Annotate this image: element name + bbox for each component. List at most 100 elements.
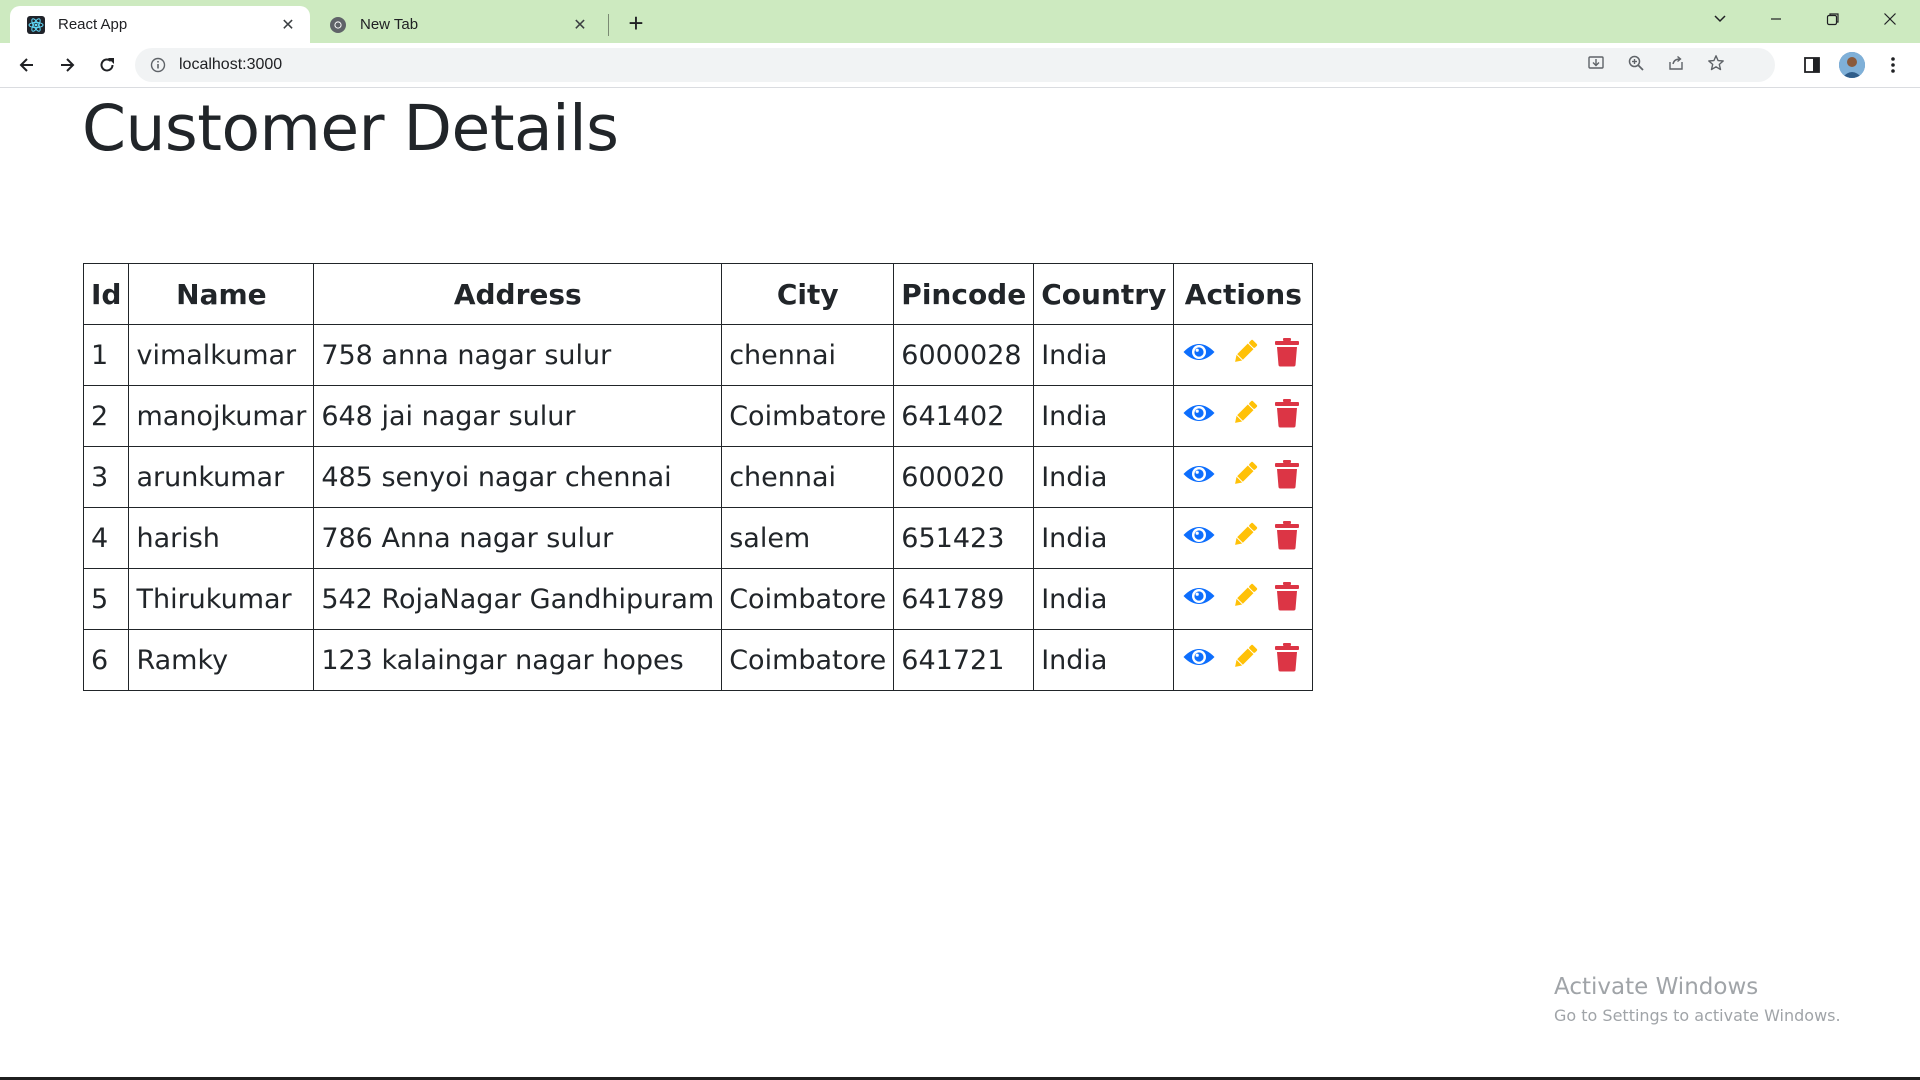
cell-pincode: 641789 [893,568,1035,630]
share-icon[interactable] [1667,54,1685,77]
reload-button[interactable] [91,49,123,81]
cell-name: arunkumar [128,446,315,508]
cell-pincode: 600020 [893,446,1035,508]
table-header-row: Id Name Address City Pincode Country Act… [82,263,1314,325]
trash-icon[interactable] [1274,398,1300,428]
cell-name: Thirukumar [128,568,315,630]
cell-actions [1173,507,1314,569]
column-header-pincode: Pincode [893,263,1035,325]
cell-id: 2 [82,385,130,447]
cell-city: Coimbatore [721,385,895,447]
pencil-icon[interactable] [1230,642,1260,672]
eye-icon[interactable] [1182,522,1216,548]
cell-actions [1173,629,1314,691]
profile-avatar[interactable] [1836,49,1868,81]
pencil-icon[interactable] [1230,337,1260,367]
menu-kebab-icon[interactable] [1877,49,1909,81]
cell-actions [1173,446,1314,508]
cell-city: Coimbatore [721,629,895,691]
cell-actions [1173,568,1314,630]
cell-id: 4 [82,507,130,569]
cell-city: chennai [721,446,895,508]
cell-id: 3 [82,446,130,508]
watermark-subtitle: Go to Settings to activate Windows. [1554,1006,1841,1025]
eye-icon[interactable] [1182,461,1216,487]
row-actions [1182,642,1304,672]
pencil-icon[interactable] [1230,520,1260,550]
row-actions [1182,581,1304,611]
zoom-icon[interactable] [1627,54,1645,77]
trash-icon[interactable] [1274,337,1300,367]
close-window-button[interactable] [1862,0,1918,38]
cell-actions [1173,385,1314,447]
cell-id: 6 [82,629,130,691]
tab-divider [608,14,609,36]
column-header-name: Name [128,263,315,325]
minimize-button[interactable] [1748,0,1804,38]
cell-address: 123 kalaingar nagar hopes [313,629,723,691]
cell-address: 542 RojaNagar Gandhipuram [313,568,723,630]
tab-search-icon[interactable] [1692,0,1748,38]
eye-icon[interactable] [1182,583,1216,609]
cell-address: 758 anna nagar sulur [313,324,723,386]
cell-address: 648 jai nagar sulur [313,385,723,447]
cell-city: salem [721,507,895,569]
chrome-icon [328,15,348,35]
row-actions [1182,459,1304,489]
cell-country: India [1033,324,1175,386]
eye-icon[interactable] [1182,644,1216,670]
trash-icon[interactable] [1274,520,1300,550]
eye-icon[interactable] [1182,400,1216,426]
close-icon[interactable]: ✕ [570,15,590,35]
cell-city: Coimbatore [721,568,895,630]
row-actions [1182,520,1304,550]
close-icon[interactable]: ✕ [278,15,298,35]
tab-react-app[interactable]: React App ✕ [10,6,310,43]
table-row: 4 harish 786 Anna nagar sulur salem 651423 In… [82,507,1314,569]
trash-icon[interactable] [1274,459,1300,489]
cell-name: manojkumar [128,385,315,447]
customer-table: Id Name Address City Pincode Country Act… [82,263,1314,691]
new-tab-button[interactable]: + [622,8,650,38]
bookmark-star-icon[interactable] [1707,54,1725,77]
column-header-city: City [721,263,895,325]
trash-icon[interactable] [1274,581,1300,611]
pencil-icon[interactable] [1230,459,1260,489]
forward-button[interactable] [51,49,83,81]
column-header-address: Address [313,263,723,325]
eye-icon[interactable] [1182,339,1216,365]
side-panel-icon[interactable] [1796,49,1828,81]
install-icon[interactable] [1587,54,1605,77]
cell-address: 786 Anna nagar sulur [313,507,723,569]
cell-id: 1 [82,324,130,386]
info-icon[interactable] [149,56,167,74]
pencil-icon[interactable] [1230,398,1260,428]
restore-button[interactable] [1805,0,1861,38]
activate-windows-watermark: Activate Windows Go to Settings to activ… [1554,974,1841,1025]
table-row: 6 Ramky 123 kalaingar nagar hopes Coimbator… [82,629,1314,691]
address-bar[interactable]: localhost:3000 [135,48,1775,82]
cell-pincode: 651423 [893,507,1035,569]
tab-new-tab[interactable]: New Tab ✕ [312,6,602,43]
cell-name: harish [128,507,315,569]
cell-actions [1173,324,1314,386]
page-title: Customer Details [82,92,619,165]
back-button[interactable] [11,49,43,81]
cell-pincode: 6000028 [893,324,1035,386]
cell-country: India [1033,568,1175,630]
trash-icon[interactable] [1274,642,1300,672]
pencil-icon[interactable] [1230,581,1260,611]
cell-id: 5 [82,568,130,630]
tab-title: React App [58,16,128,33]
cell-country: India [1033,507,1175,569]
url-text: localhost:3000 [179,56,283,73]
table-row: 1 vimalkumar 758 anna nagar sulur chennai 60… [82,324,1314,386]
cell-country: India [1033,629,1175,691]
row-actions [1182,337,1304,367]
browser-toolbar: localhost:3000 [0,43,1920,88]
tab-strip: React App ✕ New Tab ✕ + [0,0,1920,43]
column-header-id: Id [82,263,130,325]
cell-name: Ramky [128,629,315,691]
cell-country: India [1033,446,1175,508]
column-header-country: Country [1033,263,1175,325]
